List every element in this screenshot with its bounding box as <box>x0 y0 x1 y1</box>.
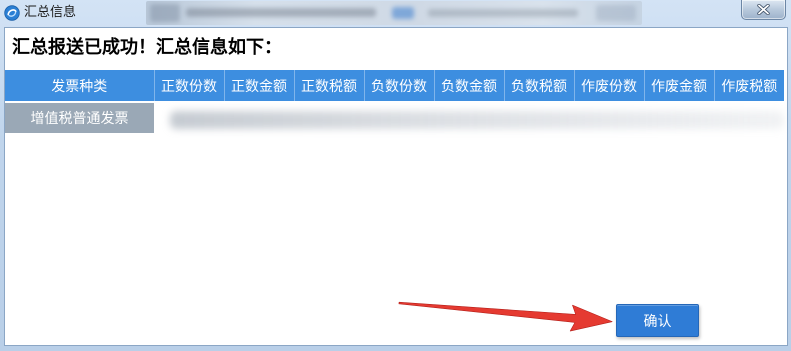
column-header-void-amount: 作废金额 <box>643 70 714 102</box>
blurred-shape <box>150 4 180 22</box>
column-header-negative-tax: 负数税额 <box>503 70 574 102</box>
close-icon <box>757 4 770 15</box>
blurred-shape <box>428 9 578 17</box>
title-bar[interactable]: 汇总信息 <box>0 0 791 27</box>
column-header-void-tax: 作废税额 <box>713 70 784 102</box>
title-bar-blurred-region <box>146 1 642 25</box>
column-header-void-count: 作废份数 <box>573 70 644 102</box>
blurred-shape <box>186 8 376 17</box>
client-area: 汇总报送已成功！汇总信息如下： 发票种类 正数份数 正数金额 正数税额 负数份数… <box>4 27 788 346</box>
blurred-shape <box>392 7 414 19</box>
column-header-invoice-type: 发票种类 <box>5 70 154 102</box>
column-header-positive-tax: 正数税额 <box>293 70 364 102</box>
window-title: 汇总信息 <box>24 5 77 20</box>
table-header-row: 发票种类 正数份数 正数金额 正数税额 负数份数 负数金额 负数税额 作废份数 … <box>5 70 784 102</box>
blurred-shape <box>596 5 636 21</box>
confirm-button[interactable]: 确认 <box>616 304 699 337</box>
app-logo-icon <box>4 5 20 21</box>
column-header-positive-count: 正数份数 <box>153 70 224 102</box>
close-button[interactable] <box>741 0 786 20</box>
column-header-negative-amount: 负数金额 <box>433 70 504 102</box>
invoice-type-cell: 增值税普通发票 <box>5 101 154 133</box>
column-header-negative-count: 负数份数 <box>363 70 434 102</box>
blurred-row-values <box>170 111 784 129</box>
column-header-positive-amount: 正数金额 <box>223 70 294 102</box>
dialog-window: 汇总信息 汇总报送已成功！汇总信息如下： 发票种类 正数份数 正数金额 正数税额… <box>0 0 791 351</box>
summary-message: 汇总报送已成功！汇总信息如下： <box>12 37 282 58</box>
